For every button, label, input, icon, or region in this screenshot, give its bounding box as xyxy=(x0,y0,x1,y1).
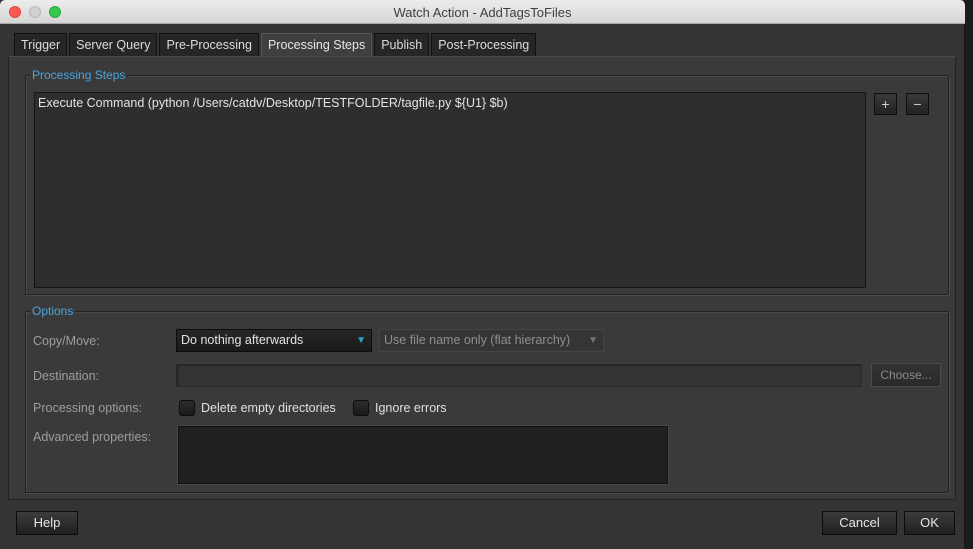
watch-action-window: Watch Action - AddTagsToFiles Trigger Se… xyxy=(0,0,965,549)
advanced-properties-label: Advanced properties: xyxy=(33,430,152,444)
ignore-errors-checkbox[interactable] xyxy=(353,400,369,416)
tab-server-query[interactable]: Server Query xyxy=(69,33,158,57)
tab-post-processing[interactable]: Post-Processing xyxy=(431,33,537,57)
hierarchy-select[interactable]: Use file name only (flat hierarchy) ▼ xyxy=(379,329,604,352)
ignore-errors-label[interactable]: Ignore errors xyxy=(375,401,447,415)
destination-field[interactable] xyxy=(176,364,862,387)
copy-move-value: Do nothing afterwards xyxy=(181,333,304,347)
delete-empty-directories-label[interactable]: Delete empty directories xyxy=(201,401,336,415)
destination-label: Destination: xyxy=(33,369,100,383)
advanced-properties-textarea[interactable] xyxy=(178,426,668,484)
options-legend: Options xyxy=(30,304,76,318)
add-step-button[interactable]: + xyxy=(874,93,897,115)
copy-move-select[interactable]: Do nothing afterwards ▼ xyxy=(176,329,372,352)
processing-steps-group: Processing Steps Execute Command (python… xyxy=(25,68,949,295)
window-title: Watch Action - AddTagsToFiles xyxy=(393,5,572,20)
remove-step-button[interactable]: − xyxy=(906,93,929,115)
tab-processing-steps[interactable]: Processing Steps xyxy=(260,33,373,58)
list-item[interactable]: Execute Command (python /Users/catdv/Des… xyxy=(35,93,865,113)
processing-steps-legend: Processing Steps xyxy=(30,68,128,82)
tab-pre-processing[interactable]: Pre-Processing xyxy=(159,33,259,57)
chevron-down-icon: ▼ xyxy=(356,335,366,346)
processing-steps-panel: Processing Steps Execute Command (python… xyxy=(8,56,956,500)
options-group: Options Copy/Move: Do nothing afterwards… xyxy=(25,304,949,493)
delete-empty-directories-checkbox[interactable] xyxy=(179,400,195,416)
processing-options-label: Processing options: xyxy=(33,401,143,415)
plus-icon: + xyxy=(881,96,890,112)
ok-button[interactable]: OK xyxy=(904,511,955,535)
copy-move-label: Copy/Move: xyxy=(33,334,100,348)
tab-bar: Trigger Server Query Pre-Processing Proc… xyxy=(14,33,537,58)
processing-steps-list[interactable]: Execute Command (python /Users/catdv/Des… xyxy=(34,92,866,288)
hierarchy-value: Use file name only (flat hierarchy) xyxy=(384,333,571,347)
background-edge xyxy=(966,0,973,549)
title-bar: Watch Action - AddTagsToFiles xyxy=(0,0,965,24)
choose-destination-button[interactable]: Choose... xyxy=(871,363,941,387)
tab-trigger[interactable]: Trigger xyxy=(14,33,68,57)
tab-publish[interactable]: Publish xyxy=(374,33,430,57)
minus-icon: − xyxy=(913,96,922,112)
cancel-button[interactable]: Cancel xyxy=(822,511,897,535)
chevron-down-icon: ▼ xyxy=(588,335,598,346)
help-button[interactable]: Help xyxy=(16,511,78,535)
